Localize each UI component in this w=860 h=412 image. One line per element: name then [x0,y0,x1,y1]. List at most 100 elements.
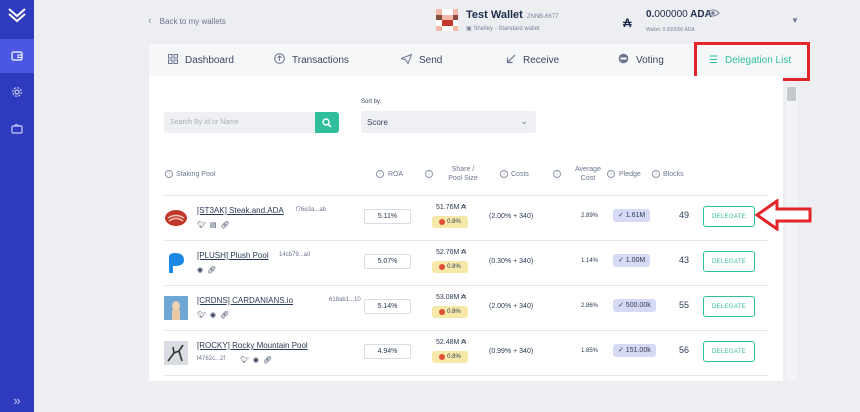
sidebar-item-wallets[interactable] [0,39,34,73]
link-icon[interactable]: 🔗︎ [221,221,230,229]
delegate-button[interactable]: DELEGATE [703,206,755,227]
pool-logo-cardanians [164,296,188,320]
scrollbar-track[interactable] [786,86,797,380]
grid-icon [168,53,178,67]
blocks-value: 55 [678,300,689,310]
pool-name-link[interactable]: [ST3AK] Steak.and.ADA [197,206,284,215]
scrollbar-thumb[interactable] [787,87,796,101]
tab-voting[interactable]: Voting [618,44,664,76]
pledge-badge: ✓ 500.00k [613,299,656,312]
header-roa[interactable]: ROA [388,170,403,179]
twitter-icon[interactable]: 🐦︎ [240,356,249,364]
tab-dashboard[interactable]: Dashboard [168,44,234,76]
chevron-left-icon: ‹ [148,15,152,27]
pledge-badge: ✓ 1.61M [613,209,651,222]
costs-value: (0.30% + 340) [489,258,534,265]
chevron-down-icon: ⌄ [520,116,528,126]
info-icon[interactable]: i [165,170,173,178]
back-to-wallets-link[interactable]: ‹ Back to my wallets [148,15,226,27]
sidebar: » [0,0,34,412]
pool-socials: 🐦︎ ◉ 🔗︎ [240,356,272,364]
pool-size-value: 51.76M ₳ [436,204,466,211]
blocks-value: 49 [678,210,689,220]
info-icon[interactable]: i [553,170,561,178]
pool-socials: ◉ 🔗︎ [197,266,216,274]
paper-wallet-icon [11,124,23,134]
row-divider [164,375,769,376]
send-icon [400,53,413,67]
pool-name-link[interactable]: [PLUSH] Plush Pool [197,251,269,260]
tab-receive[interactable]: Receive [506,44,559,76]
telegram-icon[interactable]: ◉ [210,311,216,319]
wallet-name: Test Wallet ZNNB-6677 [466,9,559,21]
wallet-id: ZNNB-6677 [526,14,559,20]
delegate-button[interactable]: DELEGATE [703,341,755,362]
sidebar-item-paper-wallet[interactable] [0,112,34,146]
average-cost-value: 1.85% [580,348,598,354]
average-cost-value: 2.86% [580,303,598,309]
costs-value: (2.00% + 340) [489,213,534,220]
topbar: ‹ Back to my wallets Test Wallet ZNNB-6677… [34,0,860,42]
table-row: [ST3AK] Steak.and.ADA f76e3a...ab 🐦︎ ▤ 🔗… [164,196,769,241]
pool-size-value: 52.48M ₳ [436,339,466,346]
header-staking-pool[interactable]: Staking Pool [176,170,215,179]
info-icon[interactable]: i [652,170,660,178]
blocks-value: 56 [678,345,689,355]
pool-logo-steak [164,206,188,230]
saturation-dot-icon [439,264,446,270]
saturation-badge: 0.8% [432,306,468,318]
header-average-cost[interactable]: Average Cost [572,165,604,183]
telegram-icon[interactable]: ▤ [210,221,217,229]
sort-select[interactable]: Score ⌄ [361,111,536,133]
pool-name-link[interactable]: [ROCKY] Rocky Mountain Pool [197,341,308,350]
header-share-pool-size[interactable]: Share / Pool Size [445,165,481,183]
pledge-badge: ✓ 151.00k [613,344,656,357]
header-costs[interactable]: Costs [511,170,529,179]
pool-name-link[interactable]: [CRDNS] CARDANIANS.io [197,296,293,305]
sidebar-expand-button[interactable]: » [0,393,34,408]
info-icon[interactable]: i [607,170,615,178]
search-icon [322,117,332,128]
table-row: [PLUSH] Plush Pool 14cb79...a0 ◉ 🔗︎ 5.07… [164,241,769,286]
ada-symbol-icon: ₳ [623,16,632,30]
link-icon[interactable]: 🔗︎ [220,311,229,319]
double-chevron-right-icon: » [13,393,21,408]
eye-icon[interactable] [706,7,720,21]
saturation-dot-icon [439,354,446,360]
link-icon[interactable]: 🔗︎ [207,266,216,274]
pool-size-value: 53.08M ₳ [436,294,466,301]
chevrons-logo-icon[interactable] [5,6,29,28]
delegate-button[interactable]: DELEGATE [703,296,755,317]
telegram-icon[interactable]: ◉ [197,266,203,274]
info-icon[interactable]: i [425,170,433,178]
roa-value: 5.07% [364,254,411,269]
tab-transactions[interactable]: Transactions [274,44,349,76]
wallet-dropdown-caret-icon[interactable]: ▼ [791,16,799,25]
header-blocks[interactable]: Blocks [663,170,684,179]
search-input[interactable]: Search By Id or Name [164,112,315,133]
telegram-icon[interactable]: ◉ [253,356,259,364]
pool-logo-rocky [164,341,188,365]
pledge-badge: ✓ 1.00M [613,254,651,267]
sort-label: Sort by: [361,99,382,105]
link-icon[interactable]: 🔗︎ [263,356,272,364]
info-icon[interactable]: i [500,170,508,178]
twitter-icon[interactable]: 🐦︎ [197,221,206,229]
wallet-avatar [436,9,458,31]
back-label: Back to my wallets [159,17,226,26]
blocks-value: 43 [678,255,689,265]
twitter-icon[interactable]: 🐦︎ [197,311,206,319]
sidebar-item-settings[interactable] [0,75,34,109]
receive-arrow-icon [506,54,516,67]
pool-hash: 14cb79...a0 [279,252,311,258]
info-icon[interactable]: i [376,170,384,178]
wallet-icon [11,51,23,61]
delegate-button[interactable]: DELEGATE [703,251,755,272]
tab-send[interactable]: Send [400,44,442,76]
shelley-icon: ▣ [466,26,472,32]
search-button[interactable] [315,112,339,133]
wallet-balance: 0.000000 ADA [646,9,712,20]
header-pledge[interactable]: Pledge [619,170,641,179]
table-row: [CRDNS] CARDANIANS.io 618ab1...10 🐦︎ ◉ 🔗… [164,286,769,331]
settings-gear-icon [12,87,22,97]
